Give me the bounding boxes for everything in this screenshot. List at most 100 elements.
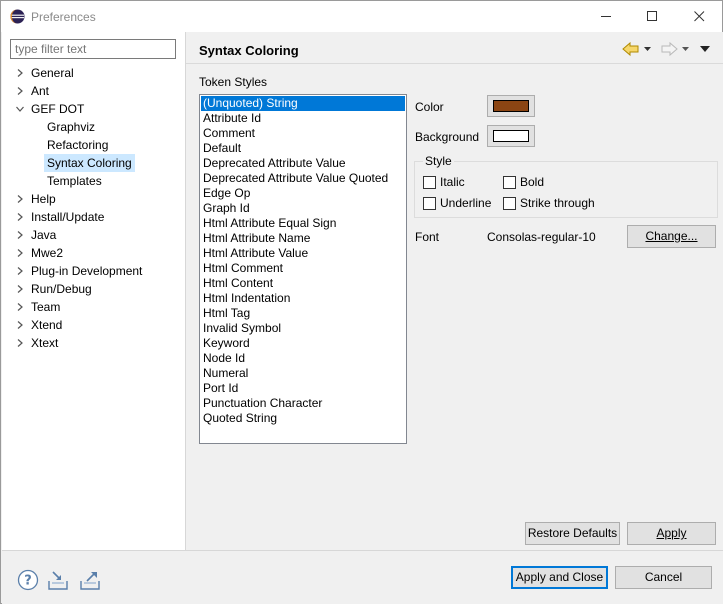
expand-arrow-icon[interactable] bbox=[16, 262, 24, 280]
sidebar-item-xtext[interactable]: Xtext bbox=[31, 334, 58, 352]
list-item[interactable]: Graph Id bbox=[200, 201, 406, 216]
font-label: Font bbox=[415, 230, 440, 244]
close-icon bbox=[694, 11, 705, 22]
change-font-label: Change... bbox=[645, 229, 698, 243]
preference-page: Syntax Coloring Token Styles (Unquoted) … bbox=[186, 32, 723, 550]
change-font-button[interactable]: Change... bbox=[627, 225, 716, 248]
font-value: Consolas-regular-10 bbox=[487, 230, 596, 244]
window-title: Preferences bbox=[31, 10, 96, 24]
preferences-window: Preferences General Ant GEF DOT Graphviz… bbox=[0, 0, 723, 604]
cancel-label: Cancel bbox=[644, 570, 683, 584]
sidebar-item-templates[interactable]: Templates bbox=[47, 172, 102, 190]
sidebar-item-install-update[interactable]: Install/Update bbox=[31, 208, 104, 226]
expand-arrow-icon[interactable] bbox=[16, 208, 24, 226]
bold-checkbox[interactable] bbox=[503, 176, 516, 189]
list-item[interactable]: Quoted String bbox=[200, 411, 406, 426]
list-item[interactable]: Punctuation Character bbox=[200, 396, 406, 411]
list-item[interactable]: Html Attribute Name bbox=[200, 231, 406, 246]
list-item[interactable]: Comment bbox=[200, 126, 406, 141]
sidebar-item-ant[interactable]: Ant bbox=[31, 82, 49, 100]
sidebar-item-help[interactable]: Help bbox=[31, 190, 56, 208]
restore-defaults-button[interactable]: Restore Defaults bbox=[525, 522, 620, 545]
sidebar-item-team[interactable]: Team bbox=[31, 298, 60, 316]
close-button[interactable] bbox=[676, 1, 722, 32]
style-label: Style bbox=[423, 154, 454, 168]
expand-arrow-icon[interactable] bbox=[16, 82, 24, 100]
apply-and-close-button[interactable]: Apply and Close bbox=[511, 566, 608, 589]
page-title: Syntax Coloring bbox=[199, 43, 299, 58]
underline-checkbox[interactable] bbox=[423, 197, 436, 210]
list-item[interactable]: Html Attribute Value bbox=[200, 246, 406, 261]
import-icon[interactable] bbox=[47, 569, 69, 591]
list-item[interactable]: Html Comment bbox=[200, 261, 406, 276]
restore-defaults-label: Restore Defaults bbox=[527, 526, 618, 540]
cancel-button[interactable]: Cancel bbox=[615, 566, 712, 589]
strike-through-label[interactable]: Strike through bbox=[520, 196, 595, 210]
token-styles-list[interactable]: (Unquoted) String Attribute Id Comment D… bbox=[199, 94, 407, 444]
italic-label[interactable]: Italic bbox=[440, 175, 465, 189]
maximize-icon bbox=[647, 11, 657, 21]
strike-through-checkbox[interactable] bbox=[503, 197, 516, 210]
sidebar-item-run-debug[interactable]: Run/Debug bbox=[31, 280, 92, 298]
sidebar-item-xtend[interactable]: Xtend bbox=[31, 316, 62, 334]
maximize-button[interactable] bbox=[629, 1, 675, 32]
list-item[interactable]: Html Attribute Equal Sign bbox=[200, 216, 406, 231]
expand-arrow-icon[interactable] bbox=[16, 226, 24, 244]
expand-arrow-icon[interactable] bbox=[16, 298, 24, 316]
help-icon[interactable]: ? bbox=[17, 569, 39, 591]
title-bar[interactable]: Preferences bbox=[1, 1, 722, 32]
underline-label[interactable]: Underline bbox=[440, 196, 491, 210]
back-arrow-icon[interactable] bbox=[622, 41, 640, 57]
view-menu-icon[interactable] bbox=[700, 41, 710, 57]
list-item[interactable]: Html Indentation bbox=[200, 291, 406, 306]
sidebar-item-syntax-coloring[interactable]: Syntax Coloring bbox=[44, 154, 135, 172]
sidebar-item-general[interactable]: General bbox=[31, 64, 74, 82]
sidebar-item-java[interactable]: Java bbox=[31, 226, 56, 244]
list-item[interactable]: Default bbox=[200, 141, 406, 156]
list-item[interactable]: (Unquoted) String bbox=[201, 96, 405, 111]
apply-button[interactable]: Apply bbox=[627, 522, 716, 545]
list-item[interactable]: Html Tag bbox=[200, 306, 406, 321]
apply-and-close-label: Apply and Close bbox=[515, 570, 604, 584]
collapse-arrow-icon[interactable] bbox=[16, 100, 24, 118]
sidebar-item-refactoring[interactable]: Refactoring bbox=[47, 136, 108, 154]
apply-label: Apply bbox=[656, 526, 687, 540]
expand-arrow-icon[interactable] bbox=[16, 334, 24, 352]
expand-arrow-icon[interactable] bbox=[16, 64, 24, 82]
list-item[interactable]: Numeral bbox=[200, 366, 406, 381]
sidebar-item-graphviz[interactable]: Graphviz bbox=[47, 118, 95, 136]
color-picker-button[interactable] bbox=[487, 95, 535, 117]
export-icon[interactable] bbox=[79, 569, 101, 591]
list-item[interactable]: Html Content bbox=[200, 276, 406, 291]
list-item[interactable]: Keyword bbox=[200, 336, 406, 351]
page-header: Syntax Coloring bbox=[186, 32, 723, 64]
token-styles-label: Token Styles bbox=[199, 75, 268, 89]
list-item[interactable]: Deprecated Attribute Value bbox=[200, 156, 406, 171]
bold-label[interactable]: Bold bbox=[520, 175, 544, 189]
background-label: Background bbox=[415, 130, 480, 144]
back-menu-icon[interactable] bbox=[644, 41, 652, 57]
expand-arrow-icon[interactable] bbox=[16, 244, 24, 262]
expand-arrow-icon[interactable] bbox=[16, 190, 24, 208]
list-item[interactable]: Invalid Symbol bbox=[200, 321, 406, 336]
minimize-icon bbox=[601, 16, 611, 17]
expand-arrow-icon[interactable] bbox=[16, 280, 24, 298]
eclipse-logo-icon bbox=[10, 9, 25, 24]
list-item[interactable]: Node Id bbox=[200, 351, 406, 366]
background-swatch bbox=[493, 130, 529, 142]
forward-menu-icon[interactable] bbox=[682, 41, 690, 57]
sidebar-item-plugin-development[interactable]: Plug-in Development bbox=[31, 262, 142, 280]
italic-checkbox[interactable] bbox=[423, 176, 436, 189]
expand-arrow-icon[interactable] bbox=[16, 316, 24, 334]
background-picker-button[interactable] bbox=[487, 125, 535, 147]
sidebar-item-mwe2[interactable]: Mwe2 bbox=[31, 244, 63, 262]
list-item[interactable]: Deprecated Attribute Value Quoted bbox=[200, 171, 406, 186]
list-item[interactable]: Port Id bbox=[200, 381, 406, 396]
minimize-button[interactable] bbox=[583, 1, 629, 32]
list-item[interactable]: Edge Op bbox=[200, 186, 406, 201]
filter-input[interactable] bbox=[10, 39, 176, 59]
list-item[interactable]: Attribute Id bbox=[200, 111, 406, 126]
sidebar-item-gef-dot[interactable]: GEF DOT bbox=[31, 100, 84, 118]
color-label: Color bbox=[415, 100, 444, 114]
forward-arrow-icon[interactable] bbox=[660, 41, 678, 57]
